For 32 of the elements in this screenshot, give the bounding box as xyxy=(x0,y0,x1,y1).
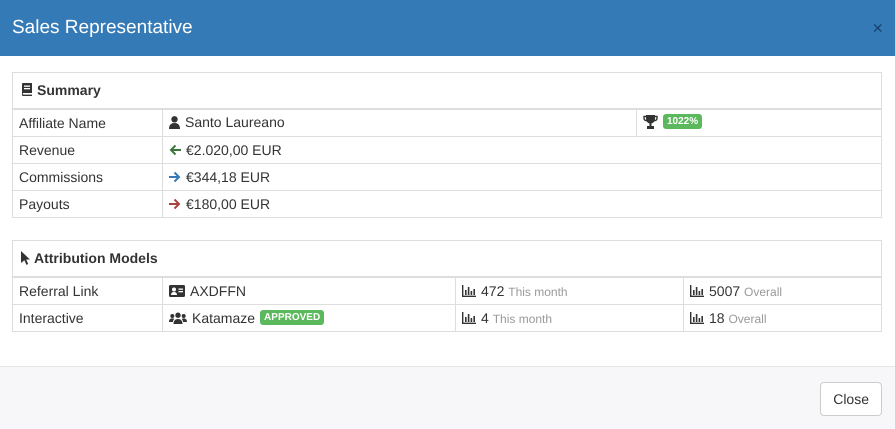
id-card-icon xyxy=(169,284,185,296)
row-value: €344,18 EUR xyxy=(186,168,270,184)
row-label: Revenue xyxy=(12,136,162,164)
row-label: Interactive xyxy=(12,304,162,332)
month-count: 4 This month xyxy=(481,310,552,326)
row-label: Referral Link xyxy=(12,277,162,304)
row-value: €180,00 EUR xyxy=(186,196,270,212)
panel-title: Attribution Models xyxy=(34,250,158,266)
overall-count: 5007 Overall xyxy=(709,282,782,298)
bar-chart-icon xyxy=(690,312,704,324)
users-icon xyxy=(169,312,187,324)
month-count: 472 This month xyxy=(481,282,568,298)
book-icon xyxy=(21,83,33,96)
percentage-badge: 1022% xyxy=(663,114,702,130)
modal-title: Sales Representative xyxy=(12,17,193,39)
status-badge: APPROVED xyxy=(260,310,324,325)
user-icon xyxy=(169,116,180,129)
row-label: Affiliate Name xyxy=(12,109,162,136)
panel-title: Summary xyxy=(37,82,101,98)
bar-chart-icon xyxy=(462,284,476,296)
row-value: €2.020,00 EUR xyxy=(186,142,282,158)
row-label: Payouts xyxy=(12,190,162,218)
bar-chart-icon xyxy=(462,312,476,324)
row-value: Santo Laureano xyxy=(185,114,285,130)
overall-count: 18 Overall xyxy=(709,310,766,326)
cursor-icon xyxy=(21,250,30,264)
row-value: Katamaze xyxy=(192,310,256,326)
row-label: Commissions xyxy=(12,164,162,190)
bar-chart-icon xyxy=(690,284,704,296)
close-button[interactable]: Close xyxy=(820,382,882,416)
row-value: AXDFFN xyxy=(190,282,246,298)
trophy-icon xyxy=(643,114,658,129)
